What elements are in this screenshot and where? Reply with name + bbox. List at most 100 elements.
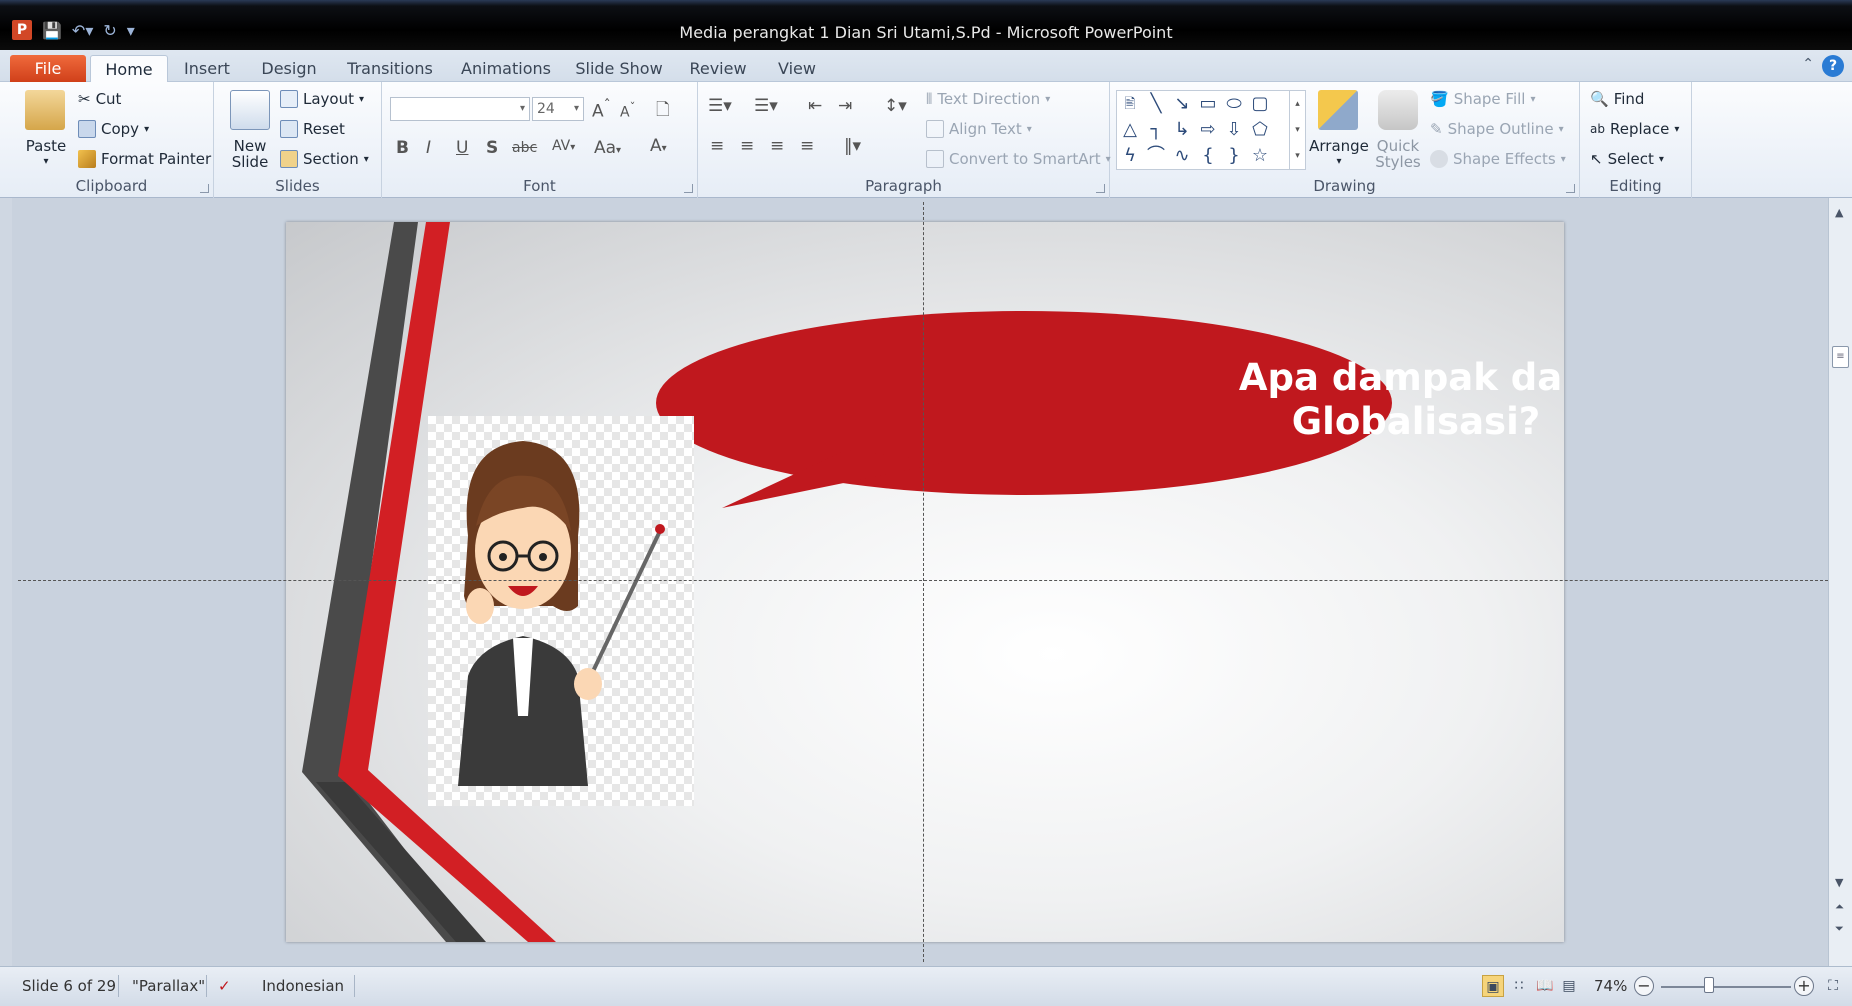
numbering-icon[interactable]: ☰▾ xyxy=(754,96,778,116)
drawing-launcher-icon[interactable] xyxy=(1566,184,1575,193)
columns-icon[interactable]: ‖▾ xyxy=(844,136,861,156)
paste-icon[interactable] xyxy=(25,90,65,130)
cut-button[interactable]: ✂ Cut xyxy=(78,90,121,108)
scroll-down-icon[interactable]: ▼ xyxy=(1835,876,1843,889)
lightning-shape-icon[interactable]: ϟ xyxy=(1119,145,1141,167)
teacher-illustration[interactable] xyxy=(428,416,694,806)
font-color-button[interactable]: A▾ xyxy=(650,136,667,156)
zoom-in-icon[interactable]: + xyxy=(1794,976,1814,996)
clear-formatting-icon[interactable]: 🗋 xyxy=(656,97,670,126)
new-slide-label-1[interactable]: New xyxy=(222,138,278,154)
clipboard-launcher-icon[interactable] xyxy=(200,184,209,193)
format-painter-button[interactable]: Format Painter xyxy=(78,150,211,168)
elbow-connector-icon[interactable]: ┐ xyxy=(1145,119,1167,141)
zoom-level[interactable]: 74% xyxy=(1594,977,1627,995)
copy-button[interactable]: Copy ▾ xyxy=(78,120,149,138)
elbow-arrow-icon[interactable]: ↳ xyxy=(1171,119,1193,141)
oval-shape-icon[interactable]: ⬭ xyxy=(1223,93,1245,115)
rectangle-shape-icon[interactable]: ▭ xyxy=(1197,93,1219,115)
paste-dropdown-icon[interactable]: ▾ xyxy=(22,154,70,170)
tab-home[interactable]: Home xyxy=(90,55,168,82)
help-icon[interactable]: ? xyxy=(1822,55,1844,77)
section-button[interactable]: Section ▾ xyxy=(280,150,369,168)
arrange-button[interactable]: Arrange xyxy=(1306,138,1372,154)
minimize-ribbon-icon[interactable]: ⌃ xyxy=(1802,56,1814,72)
normal-view-icon[interactable]: ▣ xyxy=(1482,975,1504,997)
grow-font-button[interactable]: Aˆ xyxy=(592,98,611,122)
new-slide-icon[interactable] xyxy=(230,90,270,130)
scroll-thumb[interactable]: ≡ xyxy=(1832,346,1849,368)
right-arrow-shape-icon[interactable]: ⇨ xyxy=(1197,119,1219,141)
triangle-shape-icon[interactable]: △ xyxy=(1119,119,1141,141)
paragraph-launcher-icon[interactable] xyxy=(1096,184,1105,193)
slide-canvas[interactable]: Apa dampak dari Globalisasi? xyxy=(286,222,1564,942)
reading-view-icon[interactable]: 📖 xyxy=(1534,975,1556,997)
zoom-slider-thumb[interactable] xyxy=(1704,977,1715,993)
reset-button[interactable]: Reset xyxy=(280,120,345,138)
rounded-rectangle-shape-icon[interactable]: ▢ xyxy=(1249,93,1271,115)
language-indicator[interactable]: Indonesian xyxy=(262,977,344,995)
left-brace-shape-icon[interactable]: { xyxy=(1197,145,1219,167)
strikethrough-button[interactable]: abc xyxy=(512,140,537,156)
font-name-combo[interactable]: ▾ xyxy=(390,97,530,121)
decrease-indent-icon[interactable]: ⇤ xyxy=(808,96,822,116)
zoom-out-icon[interactable]: − xyxy=(1634,976,1654,996)
tab-animations[interactable]: Animations xyxy=(456,55,556,82)
tab-slide-show[interactable]: Slide Show xyxy=(570,55,668,82)
freeform-shape-icon[interactable]: ⬠ xyxy=(1249,119,1271,141)
justify-icon[interactable]: ≡ xyxy=(800,136,814,156)
vertical-scrollbar[interactable]: ▲ ≡ ▼ ⏶ ⏷ xyxy=(1828,198,1852,966)
convert-smartart-button[interactable]: Convert to SmartArt ▾ xyxy=(926,150,1111,168)
arrange-icon[interactable] xyxy=(1318,90,1358,130)
tab-review[interactable]: Review xyxy=(682,55,754,82)
increase-indent-icon[interactable]: ⇥ xyxy=(838,96,852,116)
text-direction-button[interactable]: ⫴ Text Direction ▾ xyxy=(926,90,1050,108)
new-slide-label-2[interactable]: Slide xyxy=(222,154,278,170)
bold-button[interactable]: B xyxy=(396,138,409,158)
align-right-icon[interactable]: ≡ xyxy=(770,136,784,156)
select-button[interactable]: ↖ Select ▾ xyxy=(1590,150,1664,168)
right-brace-shape-icon[interactable]: } xyxy=(1223,145,1245,167)
shape-effects-button[interactable]: Shape Effects ▾ xyxy=(1430,150,1566,168)
quick-styles-icon[interactable] xyxy=(1378,90,1418,130)
tab-insert[interactable]: Insert xyxy=(176,55,238,82)
arrange-dropdown-icon[interactable]: ▾ xyxy=(1306,154,1372,170)
theme-name[interactable]: "Parallax" xyxy=(132,977,205,995)
spell-check-icon[interactable]: ✓ xyxy=(218,977,231,995)
tab-view[interactable]: View xyxy=(768,55,826,82)
speech-bubble-text[interactable]: Apa dampak dari Globalisasi? xyxy=(1186,356,1564,444)
star-shape-icon[interactable]: ☆ xyxy=(1249,145,1271,167)
line-shape-icon[interactable]: ╲ xyxy=(1145,93,1167,115)
shapes-gallery-scroll[interactable]: ▴ ▾ ▾ xyxy=(1289,91,1305,169)
character-spacing-button[interactable]: AV▾ xyxy=(552,138,575,154)
underline-button[interactable]: U xyxy=(456,138,468,158)
shape-fill-button[interactable]: 🪣 Shape Fill ▾ xyxy=(1430,90,1536,108)
textbox-shape-icon[interactable]: 🖹 xyxy=(1119,93,1141,115)
next-slide-icon[interactable]: ⏷ xyxy=(1835,922,1844,936)
align-center-icon[interactable]: ≡ xyxy=(740,136,754,156)
scroll-up-icon[interactable]: ▲ xyxy=(1835,206,1843,219)
fit-to-window-icon[interactable]: ⛶ xyxy=(1822,975,1844,997)
paste-button[interactable]: Paste xyxy=(22,138,70,154)
vertical-guide[interactable] xyxy=(923,202,924,962)
bullets-icon[interactable]: ☰▾ xyxy=(708,96,732,116)
font-size-combo[interactable]: 24 ▾ xyxy=(532,97,584,121)
align-text-button[interactable]: Align Text ▾ xyxy=(926,120,1032,138)
tab-file[interactable]: File xyxy=(10,55,86,82)
down-arrow-shape-icon[interactable]: ⇩ xyxy=(1223,119,1245,141)
previous-slide-icon[interactable]: ⏶ xyxy=(1835,900,1844,914)
tab-transitions[interactable]: Transitions xyxy=(340,55,440,82)
arc-shape-icon[interactable]: ⌒ xyxy=(1145,145,1167,167)
shape-outline-button[interactable]: ✎ Shape Outline ▾ xyxy=(1430,120,1564,138)
zoom-slider-track[interactable] xyxy=(1661,986,1791,988)
tab-design[interactable]: Design xyxy=(254,55,324,82)
quick-styles-label-2[interactable]: Styles xyxy=(1368,154,1428,170)
font-launcher-icon[interactable] xyxy=(684,184,693,193)
line-spacing-icon[interactable]: ↕▾ xyxy=(884,96,907,116)
layout-button[interactable]: Layout ▾ xyxy=(280,90,364,108)
arrow-line-shape-icon[interactable]: ↘ xyxy=(1171,93,1193,115)
curve-shape-icon[interactable]: ∿ xyxy=(1171,145,1193,167)
find-button[interactable]: 🔍 Find xyxy=(1590,90,1644,108)
slide-sorter-view-icon[interactable]: ∷ xyxy=(1508,975,1530,997)
slide-show-view-icon[interactable]: ▤ xyxy=(1558,975,1580,997)
